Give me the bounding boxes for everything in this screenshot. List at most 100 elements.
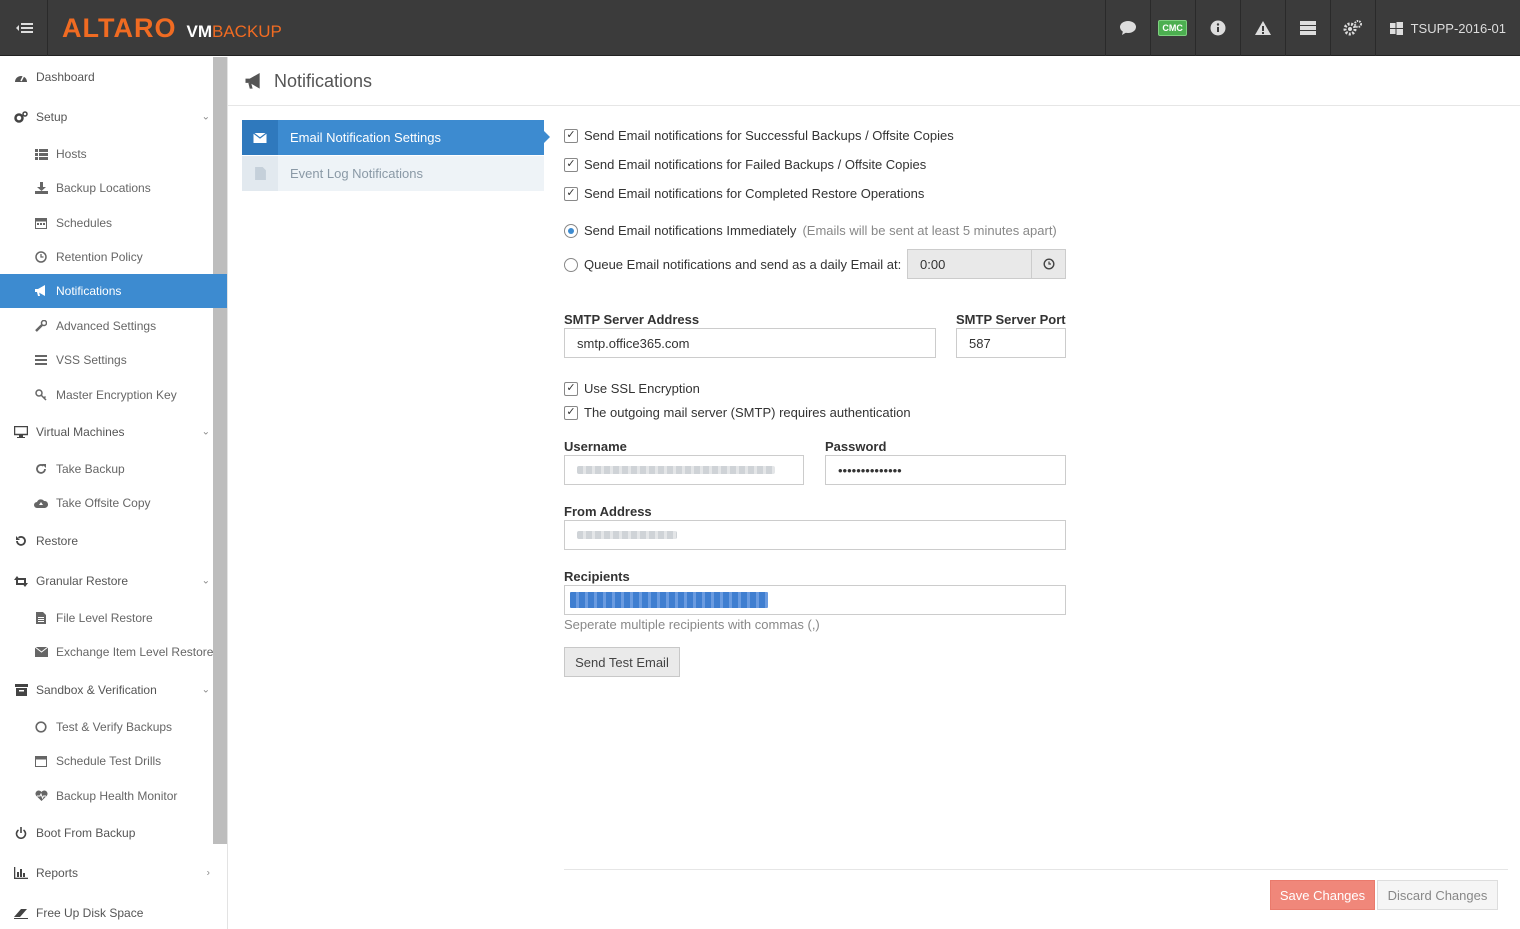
circle-icon: [34, 720, 48, 734]
auth-checkbox[interactable]: ✓: [564, 405, 578, 420]
sidebar-item-advanced-settings[interactable]: Advanced Settings: [0, 309, 214, 343]
calendar-icon: [34, 216, 48, 230]
discard-changes-button[interactable]: Discard Changes: [1377, 880, 1498, 910]
ssl-checkbox[interactable]: ✓: [564, 381, 578, 396]
sidebar-item-test-verify-backups[interactable]: Test & Verify Backups: [0, 710, 214, 744]
download-icon: [34, 181, 48, 195]
failed-notification-checkbox-row[interactable]: ✓ Send Email notifications for Failed Ba…: [564, 157, 926, 172]
sidebar-item-backup-locations[interactable]: Backup Locations: [0, 171, 214, 205]
recipients-label: Recipients: [564, 569, 630, 584]
sidebar-item-backup-health-monitor[interactable]: Backup Health Monitor: [0, 779, 214, 813]
envelope-icon: [242, 120, 278, 155]
redacted-recipients: [570, 592, 768, 608]
sidebar-item-granular-restore[interactable]: Granular Restore ⌄: [0, 564, 214, 598]
sidebar-item-exchange-item-level-restore[interactable]: Exchange Item Level Restore: [0, 635, 214, 669]
cmc-badge: CMC: [1158, 20, 1187, 36]
queue-radio[interactable]: [564, 257, 578, 272]
megaphone-icon: [34, 284, 48, 298]
file-icon: [242, 156, 278, 191]
smtp-port-label: SMTP Server Port: [956, 312, 1066, 327]
sidebar-item-master-encryption-key[interactable]: Master Encryption Key: [0, 378, 214, 412]
clock-icon: [1042, 258, 1055, 270]
warning-icon[interactable]: [1239, 0, 1285, 56]
success-notification-checkbox-row[interactable]: ✓ Send Email notifications for Successfu…: [564, 128, 954, 143]
sidebar-item-hosts[interactable]: Hosts: [0, 137, 214, 171]
queue-radio-row[interactable]: Queue Email notifications and send as a …: [564, 257, 901, 272]
sidebar-item-restore[interactable]: Restore: [0, 524, 214, 558]
redacted-username: [577, 466, 775, 474]
power-icon: [14, 826, 28, 840]
sidebar-item-take-backup[interactable]: Take Backup: [0, 452, 214, 486]
heartbeat-icon: [34, 789, 48, 803]
ssl-checkbox-row[interactable]: ✓ Use SSL Encryption: [564, 381, 700, 396]
archive-icon: [14, 683, 28, 697]
sidebar-item-reports[interactable]: Reports ›: [0, 856, 214, 890]
from-address-input[interactable]: [564, 520, 1066, 550]
sidebar-item-boot-from-backup[interactable]: Boot From Backup: [0, 816, 214, 850]
bar-chart-icon: [14, 866, 28, 880]
megaphone-icon: [244, 72, 264, 90]
smtp-address-input[interactable]: smtp.office365.com: [564, 328, 936, 358]
sidebar-item-schedules[interactable]: Schedules: [0, 206, 214, 240]
username-input[interactable]: [564, 455, 804, 485]
cmc-button[interactable]: CMC: [1149, 0, 1195, 56]
sidebar-item-retention-policy[interactable]: Retention Policy: [0, 240, 214, 274]
auth-checkbox-row[interactable]: ✓ The outgoing mail server (SMTP) requir…: [564, 405, 911, 420]
sidebar-scrollbar[interactable]: [213, 57, 227, 844]
password-input[interactable]: ••••••••••••••: [825, 455, 1066, 485]
failed-notification-checkbox[interactable]: ✓: [564, 157, 578, 172]
chevron-down-icon: ⌄: [201, 575, 210, 587]
restore-notification-checkbox[interactable]: ✓: [564, 186, 578, 201]
sidebar-item-take-offsite-copy[interactable]: Take Offsite Copy: [0, 486, 214, 520]
bars-icon: [34, 353, 48, 367]
retweet-icon: [14, 574, 28, 588]
smtp-address-label: SMTP Server Address: [564, 312, 700, 327]
host-selector[interactable]: TSUPP-2016-01: [1374, 0, 1520, 56]
server-list-icon[interactable]: [1284, 0, 1330, 56]
list-icon: [34, 147, 48, 161]
sidebar-item-free-up-disk-space[interactable]: Free Up Disk Space: [0, 896, 214, 929]
footer-divider: [564, 869, 1508, 870]
settings-gears-icon[interactable]: [1329, 0, 1375, 56]
sidebar-item-virtual-machines[interactable]: Virtual Machines ⌄: [0, 415, 214, 449]
sidebar-item-dashboard[interactable]: Dashboard: [0, 60, 214, 94]
immediate-radio-row[interactable]: Send Email notifications Immediately (Em…: [564, 223, 1057, 238]
sidebar-item-schedule-test-drills[interactable]: Schedule Test Drills: [0, 744, 214, 778]
time-picker-button[interactable]: [1031, 249, 1066, 279]
page-title: Notifications: [274, 70, 373, 91]
send-test-email-button[interactable]: Send Test Email: [564, 647, 680, 677]
queue-time-input[interactable]: 0:00: [907, 249, 1032, 279]
sidebar-item-file-level-restore[interactable]: File Level Restore: [0, 601, 214, 635]
tab-event-log-notifications[interactable]: Event Log Notifications: [242, 156, 544, 191]
file-icon: [34, 611, 48, 625]
info-icon[interactable]: [1194, 0, 1240, 56]
sidebar-item-sandbox-verification[interactable]: Sandbox & Verification ⌄: [0, 673, 214, 707]
success-notification-checkbox[interactable]: ✓: [564, 128, 578, 143]
restore-notification-checkbox-row[interactable]: ✓ Send Email notifications for Completed…: [564, 186, 924, 201]
immediate-radio[interactable]: [564, 223, 578, 238]
tab-email-notification-settings[interactable]: Email Notification Settings: [242, 120, 550, 155]
sidebar-item-setup[interactable]: Setup ⌄: [0, 100, 214, 134]
wrench-icon: [34, 319, 48, 333]
smtp-port-input[interactable]: 587: [956, 328, 1066, 358]
envelope-icon: [34, 645, 48, 659]
chevron-down-icon: ⌄: [201, 684, 210, 696]
key-icon: [34, 388, 48, 402]
gears-icon: [14, 110, 28, 124]
menu-toggle-icon[interactable]: [0, 0, 48, 56]
save-changes-button[interactable]: Save Changes: [1270, 880, 1375, 910]
sidebar: Dashboard Setup ⌄ Hosts Backup Locations…: [0, 57, 228, 929]
recipients-input[interactable]: [564, 585, 1066, 615]
sidebar-item-notifications[interactable]: Notifications: [0, 274, 227, 308]
chat-icon[interactable]: [1104, 0, 1150, 56]
sidebar-item-vss-settings[interactable]: VSS Settings: [0, 343, 214, 377]
notification-tabs: Email Notification Settings Event Log No…: [242, 120, 550, 191]
chevron-right-icon: ›: [206, 867, 210, 879]
app-logo: ALTARO VM BACKUP: [62, 13, 282, 43]
password-label: Password: [825, 439, 887, 454]
refresh-icon: [34, 462, 48, 476]
top-bar: ALTARO VM BACKUP CMC TSUPP-2016-01: [0, 0, 1520, 56]
chevron-down-icon: ⌄: [201, 111, 210, 123]
recipients-help-text: Seperate multiple recipients with commas…: [564, 617, 820, 632]
monitor-icon: [14, 425, 28, 439]
